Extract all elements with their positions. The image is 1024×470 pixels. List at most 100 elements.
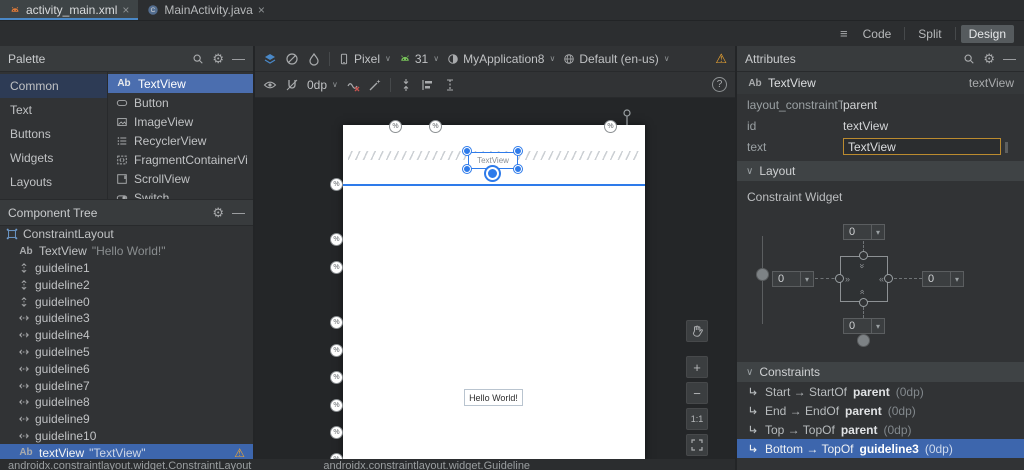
clear-constraints-icon[interactable] xyxy=(346,78,360,92)
selection-handle[interactable] xyxy=(463,147,471,155)
percent-marker[interactable] xyxy=(389,120,402,133)
palette-item-textview[interactable]: Ab TextView xyxy=(108,74,253,93)
constraint-row-top[interactable]: Top → TopOf parent (0dp) xyxy=(737,420,1024,439)
pack-icon[interactable] xyxy=(399,78,413,92)
guidelines-icon[interactable] xyxy=(443,78,457,92)
tree-item-constraintlayout[interactable]: ConstraintLayout xyxy=(0,226,253,243)
bottom-anchor[interactable] xyxy=(859,298,868,307)
percent-marker[interactable] xyxy=(330,371,343,384)
tree-item-guideline9[interactable]: guideline9 xyxy=(0,411,253,428)
minimize-icon[interactable]: — xyxy=(232,52,245,65)
default-margins-selector[interactable]: 0dp xyxy=(307,78,338,92)
margin-start-dropdown[interactable]: 0 xyxy=(772,271,814,287)
tree-item-guideline6[interactable]: guideline6 xyxy=(0,360,253,377)
palette-item-imageview[interactable]: ImageView xyxy=(108,112,253,131)
tree-item-textview[interactable]: Ab TextView "Hello World!" xyxy=(0,243,253,260)
tree-item-guideline3[interactable]: guideline3 xyxy=(0,310,253,327)
constraint-row-start[interactable]: Start → StartOf parent (0dp) xyxy=(737,382,1024,401)
device-selector[interactable]: Pixel xyxy=(338,52,391,66)
palette-item-scrollview[interactable]: ScrollView xyxy=(108,169,253,188)
tree-item-guideline2[interactable]: guideline2 xyxy=(0,276,253,293)
selection-handle[interactable] xyxy=(463,165,471,173)
percent-marker[interactable] xyxy=(330,178,343,191)
margin-end-dropdown[interactable]: 0 xyxy=(922,271,964,287)
layout-section-header[interactable]: Layout xyxy=(737,161,1024,181)
theme-selector[interactable]: MyApplication8 xyxy=(447,52,555,66)
horizontal-bias-slider[interactable] xyxy=(857,334,870,347)
tree-item-guideline10[interactable]: guideline10 xyxy=(0,428,253,445)
search-icon[interactable] xyxy=(963,53,975,65)
percent-marker[interactable] xyxy=(330,399,343,412)
zoom-in-button[interactable]: + xyxy=(686,356,708,378)
guideline-handle-icon[interactable] xyxy=(622,109,632,127)
text-attribute-input[interactable]: TextView xyxy=(843,138,1008,155)
palette-item-fragmentcontainerview[interactable]: FragmentContainerVi xyxy=(108,150,253,169)
palette-category-buttons[interactable]: Buttons xyxy=(0,122,107,146)
selection-handle[interactable] xyxy=(514,165,522,173)
margin-top-dropdown[interactable]: 0 xyxy=(843,224,885,240)
constraints-section-header[interactable]: Constraints xyxy=(737,362,1024,382)
zoom-to-fit-button[interactable] xyxy=(686,434,708,456)
id-value[interactable]: textView xyxy=(843,119,888,133)
tree-item-guideline8[interactable]: guideline8 xyxy=(0,394,253,411)
search-icon[interactable] xyxy=(192,53,204,65)
tree-item-guideline5[interactable]: guideline5 xyxy=(0,344,253,361)
zoom-out-button[interactable]: − xyxy=(686,382,708,404)
percent-marker[interactable] xyxy=(429,120,442,133)
autoconnect-off-icon[interactable] xyxy=(285,78,299,92)
palette-category-text[interactable]: Text xyxy=(0,98,107,122)
gear-icon[interactable]: ⚙ xyxy=(212,206,224,219)
orientation-icon[interactable] xyxy=(285,52,299,66)
help-icon[interactable]: ? xyxy=(712,77,727,92)
percent-marker[interactable] xyxy=(330,426,343,439)
mode-design-button[interactable]: Design xyxy=(960,24,1014,43)
design-canvas[interactable]: TextView Hello World! + − 1:1 xyxy=(255,98,735,470)
start-anchor[interactable] xyxy=(835,274,844,283)
gear-icon[interactable]: ⚙ xyxy=(983,52,995,65)
locale-selector[interactable]: Default (en-us) xyxy=(563,52,669,66)
hello-world-textview[interactable]: Hello World! xyxy=(464,389,523,406)
palette-item-switch[interactable]: Switch xyxy=(108,188,253,199)
selection-handle[interactable] xyxy=(514,147,522,155)
constraint-row-end[interactable]: End → EndOf parent (0dp) xyxy=(737,401,1024,420)
minimize-icon[interactable]: — xyxy=(1003,52,1016,65)
tab-activity-main-xml[interactable]: activity_main.xml × xyxy=(0,0,139,20)
attribute-value[interactable]: parent xyxy=(843,98,877,112)
horizontal-guideline[interactable] xyxy=(343,184,645,186)
constraint-box[interactable] xyxy=(840,256,888,302)
tree-item-guideline0[interactable]: guideline0 xyxy=(0,293,253,310)
percent-marker[interactable] xyxy=(330,261,343,274)
vertical-bias-slider[interactable] xyxy=(756,268,769,281)
top-anchor[interactable] xyxy=(859,251,868,260)
tree-item-guideline1[interactable]: guideline1 xyxy=(0,260,253,277)
minimize-icon[interactable]: — xyxy=(232,206,245,219)
api-level-selector[interactable]: 31 xyxy=(399,52,439,66)
constraint-row-bottom[interactable]: Bottom → TopOf guideline3 (0dp) xyxy=(737,439,1024,458)
design-surface-selector-icon[interactable] xyxy=(263,52,277,66)
close-icon[interactable]: × xyxy=(122,4,129,16)
palette-item-recyclerview[interactable]: RecyclerView xyxy=(108,131,253,150)
night-mode-icon[interactable] xyxy=(307,52,321,66)
zoom-reset-button[interactable]: 1:1 xyxy=(686,408,708,430)
pan-button[interactable] xyxy=(686,320,708,342)
palette-category-layouts[interactable]: Layouts xyxy=(0,170,107,194)
view-options-icon[interactable] xyxy=(263,78,277,92)
mode-split-button[interactable]: Split xyxy=(910,25,949,43)
palette-category-common[interactable]: Common xyxy=(0,74,107,98)
tree-item-guideline4[interactable]: guideline4 xyxy=(0,327,253,344)
tab-mainactivity-java[interactable]: MainActivity.java × xyxy=(138,0,274,20)
mode-code-button[interactable]: Code xyxy=(855,25,900,43)
margin-bottom-dropdown[interactable]: 0 xyxy=(843,318,885,334)
align-icon[interactable] xyxy=(421,78,435,92)
palette-item-button[interactable]: Button xyxy=(108,93,253,112)
hamburger-icon[interactable]: ≡ xyxy=(840,26,848,41)
gear-icon[interactable]: ⚙ xyxy=(212,52,224,65)
percent-marker[interactable] xyxy=(604,120,617,133)
warning-icon[interactable]: ⚠ xyxy=(715,51,727,67)
bottom-constraint-anchor[interactable] xyxy=(486,167,499,180)
percent-marker[interactable] xyxy=(330,316,343,329)
palette-category-widgets[interactable]: Widgets xyxy=(0,146,107,170)
percent-marker[interactable] xyxy=(330,344,343,357)
percent-marker[interactable] xyxy=(330,233,343,246)
device-screen[interactable]: TextView Hello World! xyxy=(330,125,645,466)
